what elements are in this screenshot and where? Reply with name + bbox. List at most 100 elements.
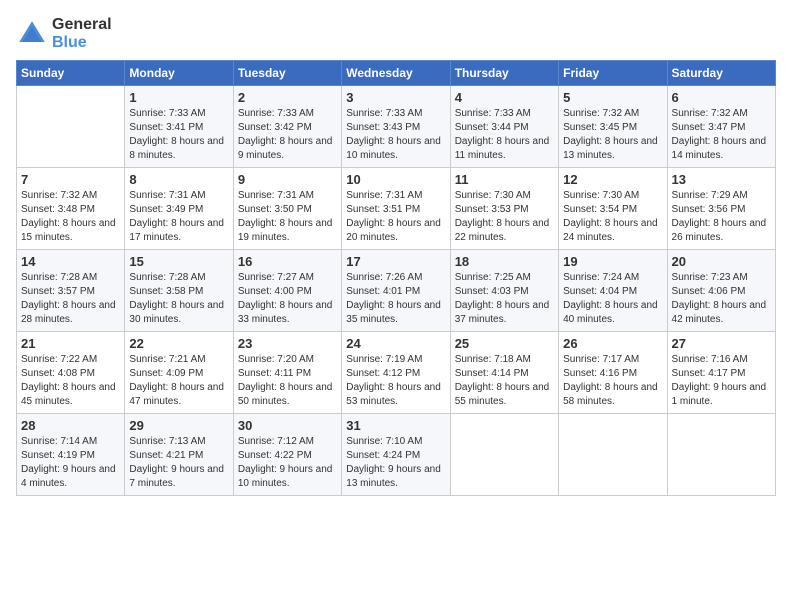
calendar-cell: 28 Sunrise: 7:14 AMSunset: 4:19 PMDaylig… bbox=[17, 414, 125, 496]
day-number: 27 bbox=[672, 336, 771, 351]
day-number: 8 bbox=[129, 172, 228, 187]
calendar-table: SundayMondayTuesdayWednesdayThursdayFrid… bbox=[16, 60, 776, 496]
day-info: Sunrise: 7:28 AMSunset: 3:58 PMDaylight:… bbox=[129, 271, 228, 327]
logo-icon bbox=[16, 18, 48, 50]
day-info: Sunrise: 7:29 AMSunset: 3:56 PMDaylight:… bbox=[672, 189, 771, 245]
day-info: Sunrise: 7:12 AMSunset: 4:22 PMDaylight:… bbox=[238, 435, 337, 491]
calendar-cell: 14 Sunrise: 7:28 AMSunset: 3:57 PMDaylig… bbox=[17, 250, 125, 332]
calendar-cell: 4 Sunrise: 7:33 AMSunset: 3:44 PMDayligh… bbox=[450, 86, 558, 168]
day-info: Sunrise: 7:28 AMSunset: 3:57 PMDaylight:… bbox=[21, 271, 120, 327]
calendar-cell bbox=[450, 414, 558, 496]
day-number: 13 bbox=[672, 172, 771, 187]
weekday-header: Thursday bbox=[450, 61, 558, 86]
calendar-cell: 16 Sunrise: 7:27 AMSunset: 4:00 PMDaylig… bbox=[233, 250, 341, 332]
calendar-cell: 2 Sunrise: 7:33 AMSunset: 3:42 PMDayligh… bbox=[233, 86, 341, 168]
calendar-cell: 8 Sunrise: 7:31 AMSunset: 3:49 PMDayligh… bbox=[125, 168, 233, 250]
day-info: Sunrise: 7:32 AMSunset: 3:48 PMDaylight:… bbox=[21, 189, 120, 245]
calendar-cell: 1 Sunrise: 7:33 AMSunset: 3:41 PMDayligh… bbox=[125, 86, 233, 168]
calendar-cell: 6 Sunrise: 7:32 AMSunset: 3:47 PMDayligh… bbox=[667, 86, 775, 168]
calendar-cell: 26 Sunrise: 7:17 AMSunset: 4:16 PMDaylig… bbox=[559, 332, 667, 414]
calendar-cell: 5 Sunrise: 7:32 AMSunset: 3:45 PMDayligh… bbox=[559, 86, 667, 168]
calendar-cell: 12 Sunrise: 7:30 AMSunset: 3:54 PMDaylig… bbox=[559, 168, 667, 250]
calendar-cell: 10 Sunrise: 7:31 AMSunset: 3:51 PMDaylig… bbox=[342, 168, 450, 250]
day-info: Sunrise: 7:31 AMSunset: 3:49 PMDaylight:… bbox=[129, 189, 228, 245]
day-number: 25 bbox=[455, 336, 554, 351]
day-info: Sunrise: 7:32 AMSunset: 3:45 PMDaylight:… bbox=[563, 107, 662, 163]
day-number: 6 bbox=[672, 90, 771, 105]
day-number: 28 bbox=[21, 418, 120, 433]
day-number: 14 bbox=[21, 254, 120, 269]
calendar-cell: 17 Sunrise: 7:26 AMSunset: 4:01 PMDaylig… bbox=[342, 250, 450, 332]
day-info: Sunrise: 7:22 AMSunset: 4:08 PMDaylight:… bbox=[21, 353, 120, 409]
calendar-week-row: 28 Sunrise: 7:14 AMSunset: 4:19 PMDaylig… bbox=[17, 414, 776, 496]
calendar-cell: 25 Sunrise: 7:18 AMSunset: 4:14 PMDaylig… bbox=[450, 332, 558, 414]
day-info: Sunrise: 7:33 AMSunset: 3:44 PMDaylight:… bbox=[455, 107, 554, 163]
calendar-week-row: 1 Sunrise: 7:33 AMSunset: 3:41 PMDayligh… bbox=[17, 86, 776, 168]
day-number: 29 bbox=[129, 418, 228, 433]
calendar-week-row: 21 Sunrise: 7:22 AMSunset: 4:08 PMDaylig… bbox=[17, 332, 776, 414]
calendar-cell: 23 Sunrise: 7:20 AMSunset: 4:11 PMDaylig… bbox=[233, 332, 341, 414]
day-number: 11 bbox=[455, 172, 554, 187]
day-number: 17 bbox=[346, 254, 445, 269]
day-number: 15 bbox=[129, 254, 228, 269]
day-number: 20 bbox=[672, 254, 771, 269]
day-info: Sunrise: 7:33 AMSunset: 3:43 PMDaylight:… bbox=[346, 107, 445, 163]
logo: General Blue bbox=[16, 16, 112, 52]
logo-text: General Blue bbox=[52, 16, 112, 52]
day-number: 21 bbox=[21, 336, 120, 351]
weekday-header: Monday bbox=[125, 61, 233, 86]
weekday-header: Friday bbox=[559, 61, 667, 86]
day-number: 31 bbox=[346, 418, 445, 433]
weekday-header: Saturday bbox=[667, 61, 775, 86]
weekday-header-row: SundayMondayTuesdayWednesdayThursdayFrid… bbox=[17, 61, 776, 86]
calendar-cell: 22 Sunrise: 7:21 AMSunset: 4:09 PMDaylig… bbox=[125, 332, 233, 414]
calendar-cell: 30 Sunrise: 7:12 AMSunset: 4:22 PMDaylig… bbox=[233, 414, 341, 496]
calendar-cell: 13 Sunrise: 7:29 AMSunset: 3:56 PMDaylig… bbox=[667, 168, 775, 250]
day-info: Sunrise: 7:13 AMSunset: 4:21 PMDaylight:… bbox=[129, 435, 228, 491]
day-number: 26 bbox=[563, 336, 662, 351]
day-info: Sunrise: 7:25 AMSunset: 4:03 PMDaylight:… bbox=[455, 271, 554, 327]
day-info: Sunrise: 7:31 AMSunset: 3:51 PMDaylight:… bbox=[346, 189, 445, 245]
calendar-cell: 31 Sunrise: 7:10 AMSunset: 4:24 PMDaylig… bbox=[342, 414, 450, 496]
calendar-cell: 3 Sunrise: 7:33 AMSunset: 3:43 PMDayligh… bbox=[342, 86, 450, 168]
day-info: Sunrise: 7:26 AMSunset: 4:01 PMDaylight:… bbox=[346, 271, 445, 327]
calendar-cell: 11 Sunrise: 7:30 AMSunset: 3:53 PMDaylig… bbox=[450, 168, 558, 250]
day-info: Sunrise: 7:31 AMSunset: 3:50 PMDaylight:… bbox=[238, 189, 337, 245]
calendar-cell: 20 Sunrise: 7:23 AMSunset: 4:06 PMDaylig… bbox=[667, 250, 775, 332]
calendar-week-row: 7 Sunrise: 7:32 AMSunset: 3:48 PMDayligh… bbox=[17, 168, 776, 250]
day-info: Sunrise: 7:23 AMSunset: 4:06 PMDaylight:… bbox=[672, 271, 771, 327]
day-info: Sunrise: 7:17 AMSunset: 4:16 PMDaylight:… bbox=[563, 353, 662, 409]
day-number: 12 bbox=[563, 172, 662, 187]
calendar-cell: 9 Sunrise: 7:31 AMSunset: 3:50 PMDayligh… bbox=[233, 168, 341, 250]
calendar-cell: 7 Sunrise: 7:32 AMSunset: 3:48 PMDayligh… bbox=[17, 168, 125, 250]
day-number: 22 bbox=[129, 336, 228, 351]
day-number: 7 bbox=[21, 172, 120, 187]
calendar-cell: 19 Sunrise: 7:24 AMSunset: 4:04 PMDaylig… bbox=[559, 250, 667, 332]
calendar-cell: 21 Sunrise: 7:22 AMSunset: 4:08 PMDaylig… bbox=[17, 332, 125, 414]
day-number: 2 bbox=[238, 90, 337, 105]
day-number: 5 bbox=[563, 90, 662, 105]
day-info: Sunrise: 7:16 AMSunset: 4:17 PMDaylight:… bbox=[672, 353, 771, 409]
day-number: 19 bbox=[563, 254, 662, 269]
calendar-cell: 29 Sunrise: 7:13 AMSunset: 4:21 PMDaylig… bbox=[125, 414, 233, 496]
calendar-cell bbox=[667, 414, 775, 496]
day-number: 24 bbox=[346, 336, 445, 351]
day-number: 9 bbox=[238, 172, 337, 187]
weekday-header: Tuesday bbox=[233, 61, 341, 86]
calendar-cell: 15 Sunrise: 7:28 AMSunset: 3:58 PMDaylig… bbox=[125, 250, 233, 332]
calendar-week-row: 14 Sunrise: 7:28 AMSunset: 3:57 PMDaylig… bbox=[17, 250, 776, 332]
day-number: 10 bbox=[346, 172, 445, 187]
day-info: Sunrise: 7:33 AMSunset: 3:42 PMDaylight:… bbox=[238, 107, 337, 163]
day-info: Sunrise: 7:18 AMSunset: 4:14 PMDaylight:… bbox=[455, 353, 554, 409]
day-info: Sunrise: 7:33 AMSunset: 3:41 PMDaylight:… bbox=[129, 107, 228, 163]
day-number: 30 bbox=[238, 418, 337, 433]
day-number: 18 bbox=[455, 254, 554, 269]
day-info: Sunrise: 7:27 AMSunset: 4:00 PMDaylight:… bbox=[238, 271, 337, 327]
header: General Blue bbox=[16, 16, 776, 52]
day-info: Sunrise: 7:10 AMSunset: 4:24 PMDaylight:… bbox=[346, 435, 445, 491]
day-info: Sunrise: 7:24 AMSunset: 4:04 PMDaylight:… bbox=[563, 271, 662, 327]
day-number: 1 bbox=[129, 90, 228, 105]
calendar-cell bbox=[559, 414, 667, 496]
calendar-cell: 24 Sunrise: 7:19 AMSunset: 4:12 PMDaylig… bbox=[342, 332, 450, 414]
day-info: Sunrise: 7:30 AMSunset: 3:53 PMDaylight:… bbox=[455, 189, 554, 245]
